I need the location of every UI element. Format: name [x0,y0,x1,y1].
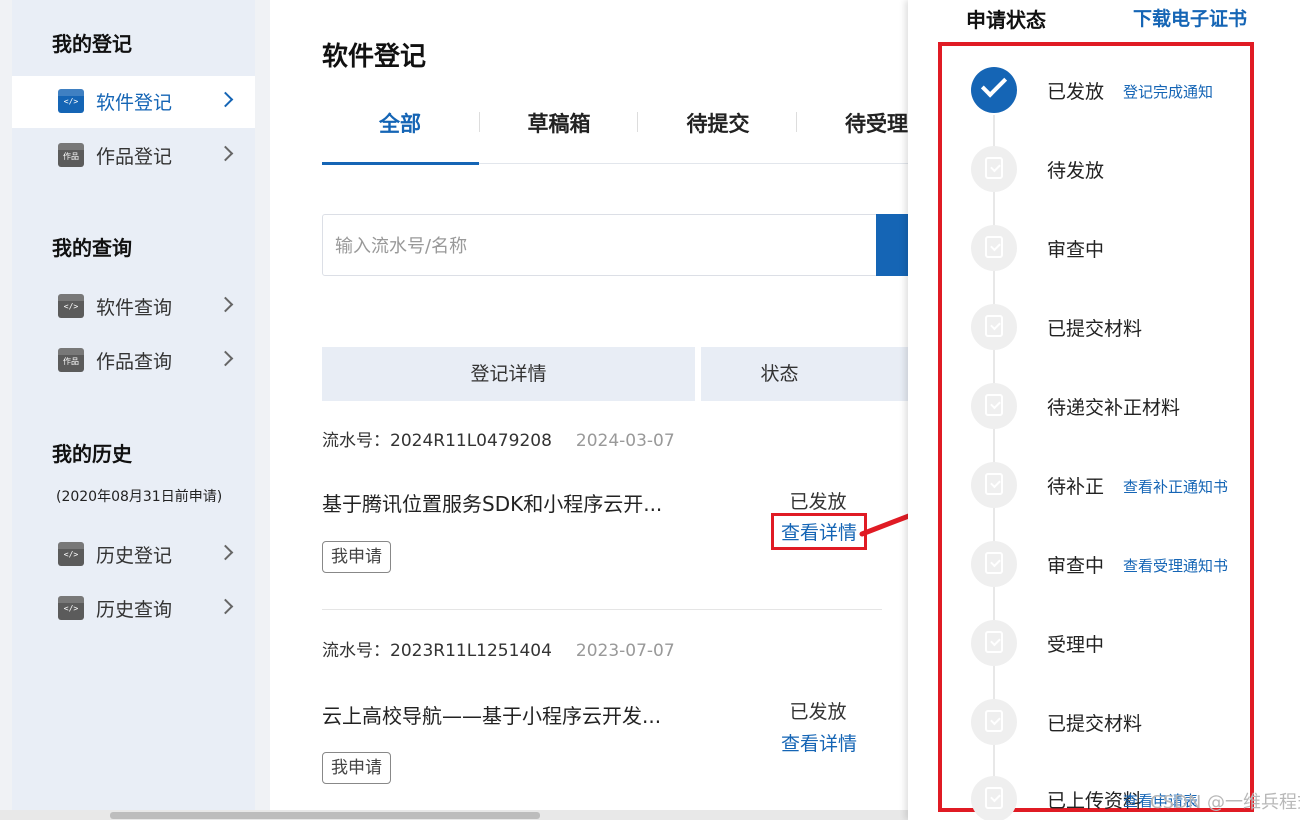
chevron-right-icon [217,350,234,367]
step-name: 已提交材料 [1047,713,1143,735]
step-name: 待递交补正材料 [1047,397,1181,419]
tab-all[interactable]: 全部 [322,108,478,138]
record-date: 2024-03-07 [575,431,675,451]
tab-active-underline [322,162,479,165]
search-input[interactable] [335,231,855,261]
status-step: 待补正 查看补正通知书 [908,462,1300,512]
clipboard-icon [971,776,1017,820]
view-details-link[interactable]: 查看详情 [771,513,867,550]
step-link[interactable]: 查看补正通知书 [1123,476,1228,497]
status-text: 已发放 [789,701,847,723]
sidebar: 我的登记 </> 软件登记 作品 作品登记 我的查询 </> 软件查询 作品 作… [12,0,255,810]
step-name: 受理中 [1047,634,1105,656]
search-box [322,214,878,276]
chevron-right-icon [217,145,234,162]
chevron-right-icon [217,544,234,561]
sidebar-item-history-query[interactable]: </> 历史查询 [12,583,255,635]
serial-number: 2023R11L1251404 [390,641,552,661]
work-register-icon: 作品 [58,143,84,167]
sidebar-item-label: 作品查询 [96,351,173,373]
clipboard-icon [971,462,1017,508]
sidebar-item-software-query[interactable]: </> 软件查询 [12,281,255,333]
serial-number: 2024R11L0479208 [390,431,552,451]
sidebar-item-label: 软件查询 [96,297,173,319]
horizontal-scrollbar-thumb[interactable] [110,812,540,819]
tab-separator [637,112,638,132]
record-title[interactable]: 基于腾讯位置服务SDK和小程序云开... [322,488,662,517]
tab-separator [796,112,797,132]
applicant-tag: 我申请 [322,541,391,573]
sidebar-item-label: 历史登记 [96,545,173,567]
tab-to-submit[interactable]: 待提交 [640,108,796,138]
check-icon [971,67,1017,113]
sidebar-item-software-register[interactable]: </> 软件登记 [12,76,255,128]
status-step: 已提交材料 [908,304,1300,354]
record-title[interactable]: 云上高校导航——基于小程序云开发... [322,700,661,729]
step-name: 审查中 [1047,555,1105,577]
chevron-right-icon [217,91,234,108]
table-header-status: 状态 [701,347,910,401]
step-name: 待发放 [1047,160,1105,182]
step-name: 待补正 [1047,476,1105,498]
sidebar-item-label: 软件登记 [96,92,173,114]
software-register-icon: </> [58,89,84,113]
record-serial: 流水号：2024R11L0479208 2024-03-07 [322,426,675,451]
applicant-tag: 我申请 [322,752,391,784]
record-serial: 流水号：2023R11L1251404 2023-07-07 [322,636,675,661]
step-link[interactable]: 登记完成通知 [1123,81,1213,102]
serial-label: 流水号： [322,641,390,661]
main-content: 软件登记 全部 草稿箱 待提交 待受理 登记详情 状态 流水号：2024R11L… [270,0,910,810]
sidebar-item-label: 历史查询 [96,599,173,621]
clipboard-icon [971,620,1017,666]
view-details-link[interactable]: 查看详情 [776,729,862,756]
serial-label: 流水号： [322,431,390,451]
tab-separator [479,112,480,132]
clipboard-icon [971,225,1017,271]
status-step: 待发放 [908,146,1300,196]
panel-title: 申请状态 [966,8,1046,32]
sidebar-item-work-query[interactable]: 作品 作品查询 [12,335,255,387]
chevron-right-icon [217,296,234,313]
status-step: 审查中 [908,225,1300,275]
application-status-panel: 申请状态 下载电子证书 已发放 登记完成通知 待发放 审查中 已提交材料 待递交… [908,0,1300,820]
clipboard-icon [971,146,1017,192]
table-header-details: 登记详情 [322,347,695,401]
sidebar-group-title-register: 我的登记 [52,32,132,56]
history-query-icon: </> [58,596,84,620]
record-date: 2023-07-07 [575,641,675,661]
chevron-right-icon [217,598,234,615]
tab-to-accept[interactable]: 待受理 [799,108,911,138]
clipboard-icon [971,699,1017,745]
history-register-icon: </> [58,542,84,566]
step-name: 已提交材料 [1047,318,1143,340]
search-button[interactable] [876,214,910,276]
work-query-icon: 作品 [58,348,84,372]
clipboard-icon [971,304,1017,350]
status-step: 已提交材料 [908,699,1300,749]
sidebar-group-title-query: 我的查询 [52,236,132,260]
tab-drafts[interactable]: 草稿箱 [481,108,637,138]
status-text: 已发放 [789,491,847,513]
software-query-icon: </> [58,294,84,318]
sidebar-item-work-register[interactable]: 作品 作品登记 [12,130,255,182]
row-divider [322,609,882,610]
watermark: CSDN @一维兵程式 [1150,792,1300,813]
download-certificate-link[interactable]: 下载电子证书 [1133,4,1247,31]
sidebar-item-label: 作品登记 [96,146,173,168]
sidebar-item-history-register[interactable]: </> 历史登记 [12,529,255,581]
clipboard-icon [971,383,1017,429]
status-step: 受理中 [908,620,1300,670]
status-step: 已发放 登记完成通知 [908,67,1300,117]
page-title: 软件登记 [322,42,427,72]
step-name: 已发放 [1047,81,1105,103]
status-step: 审查中 查看受理通知书 [908,541,1300,591]
clipboard-icon [971,541,1017,587]
sidebar-history-note: (2020年08月31日前申请) [56,489,223,505]
status-step: 待递交补正材料 [908,383,1300,433]
sidebar-group-title-history: 我的历史 [52,442,132,466]
step-name: 审查中 [1047,239,1105,261]
step-link[interactable]: 查看受理通知书 [1123,555,1228,576]
